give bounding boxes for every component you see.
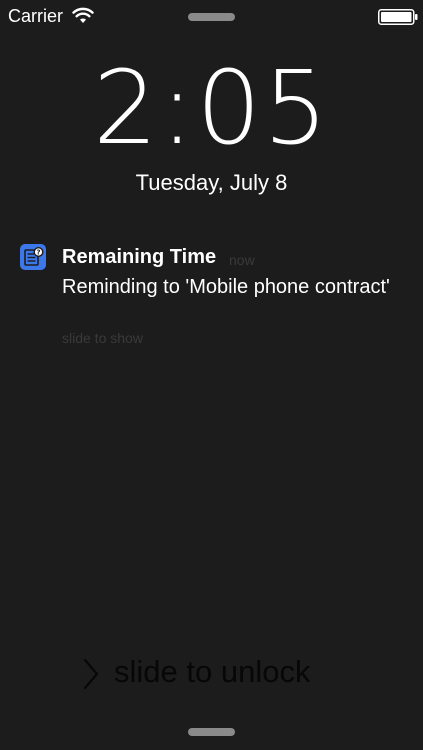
lock-screen-date: Tuesday, July 8 xyxy=(135,170,288,195)
bottom-grabber[interactable] xyxy=(188,728,235,736)
wifi-icon xyxy=(72,7,94,23)
remaining-time-app-icon: ? xyxy=(20,244,46,270)
chevron-right-icon xyxy=(83,658,99,690)
slide-to-unlock-label: slide to unlock xyxy=(114,654,311,689)
notification[interactable]: ? Remaining Time now Reminding to 'Mobil… xyxy=(0,240,423,350)
notification-time: now xyxy=(229,252,255,268)
svg-text:?: ? xyxy=(36,249,40,257)
battery-icon xyxy=(378,9,418,25)
carrier-label: Carrier xyxy=(8,6,64,26)
notification-slide-hint: slide to show xyxy=(62,330,143,346)
status-bar: Carrier xyxy=(0,0,423,34)
lock-screen-clock: 2:05 xyxy=(92,49,331,168)
top-grabber[interactable] xyxy=(188,13,235,21)
notification-title: Remaining Time xyxy=(62,246,217,268)
notification-body: Reminding to 'Mobile phone contract' xyxy=(62,276,390,298)
